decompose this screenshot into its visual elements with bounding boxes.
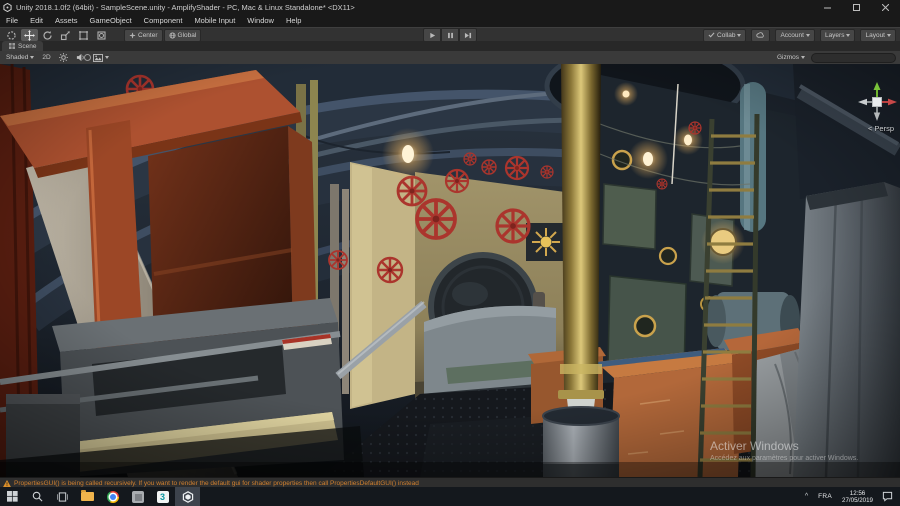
toggle-2d-button[interactable]: 2D xyxy=(40,52,52,63)
space-toggle-button[interactable]: Global xyxy=(164,29,202,42)
cloud-button[interactable] xyxy=(751,29,770,42)
menu-mobile-input[interactable]: Mobile Input xyxy=(188,16,241,25)
scene-tabbar: Scene xyxy=(0,41,900,51)
vignette xyxy=(0,64,900,477)
language-indicator[interactable]: FRA xyxy=(813,493,837,500)
file-explorer-button[interactable] xyxy=(75,487,100,506)
submarine-interior-render[interactable] xyxy=(0,64,900,477)
minimize-button[interactable] xyxy=(813,0,842,14)
step-button[interactable] xyxy=(459,28,477,42)
sun-icon xyxy=(59,53,68,62)
menu-component[interactable]: Component xyxy=(138,16,189,25)
chrome-button[interactable] xyxy=(100,487,125,506)
effects-icon xyxy=(93,54,103,62)
close-button[interactable] xyxy=(871,0,900,14)
play-button[interactable] xyxy=(423,28,441,42)
move-tool-button[interactable] xyxy=(21,29,38,41)
taskbar-time: 12:56 xyxy=(842,490,873,497)
titlebar[interactable]: Unity 2018.1.0f2 (64bit) - SampleScene.u… xyxy=(0,0,900,14)
hand-tool-button[interactable] xyxy=(3,29,20,41)
search-icon xyxy=(84,54,91,61)
windows-taskbar: 3 ^ FRA 12:56 27/05/2019 xyxy=(0,487,900,506)
notification-center-button[interactable] xyxy=(878,491,900,502)
rotate-tool-button[interactable] xyxy=(39,29,56,41)
orientation-gizmo[interactable] xyxy=(855,80,899,124)
pause-button[interactable] xyxy=(441,28,459,42)
gray-app-icon xyxy=(132,491,144,503)
cloud-icon xyxy=(756,32,765,38)
start-button[interactable] xyxy=(0,487,25,506)
tab-scene[interactable]: Scene xyxy=(2,41,43,51)
menu-gameobject[interactable]: GameObject xyxy=(84,16,138,25)
scene-window: Scene Shaded 2D Gizmos xyxy=(0,41,900,477)
window-title: Unity 2018.1.0f2 (64bit) - SampleScene.u… xyxy=(16,3,355,12)
3dsmax-button[interactable]: 3 xyxy=(150,487,175,506)
collab-dropdown[interactable]: Collab xyxy=(703,29,746,42)
collab-check-icon xyxy=(708,32,715,38)
unity-taskbar-button[interactable] xyxy=(175,487,200,506)
chrome-icon xyxy=(107,491,119,503)
layers-dropdown[interactable]: Layers xyxy=(820,29,856,42)
task-view-icon xyxy=(57,492,68,502)
gizmos-dropdown[interactable]: Gizmos xyxy=(775,52,807,63)
account-dropdown[interactable]: Account xyxy=(775,29,815,42)
start-icon xyxy=(7,491,18,502)
taskbar-date: 27/05/2019 xyxy=(842,497,873,504)
scene-lighting-toggle[interactable] xyxy=(57,52,70,63)
taskbar-search-button[interactable] xyxy=(25,487,50,506)
scene-viewport[interactable]: < Persp xyxy=(0,64,900,477)
notification-icon xyxy=(882,491,893,502)
globe-icon xyxy=(169,32,176,39)
file-explorer-icon xyxy=(81,492,94,501)
transform-tool-button[interactable] xyxy=(93,29,110,41)
camera-projection-label[interactable]: < Persp xyxy=(868,124,894,133)
3dsmax-icon: 3 xyxy=(157,491,169,503)
gizmo-center-cube[interactable] xyxy=(873,98,882,107)
menu-help[interactable]: Help xyxy=(280,16,307,25)
menu-assets[interactable]: Assets xyxy=(49,16,84,25)
search-icon xyxy=(32,491,43,502)
menu-edit[interactable]: Edit xyxy=(24,16,49,25)
warning-icon xyxy=(3,480,11,487)
tray-hidden-icons-chevron[interactable]: ^ xyxy=(800,493,813,500)
pivot-icon xyxy=(129,32,136,39)
rect-tool-button[interactable] xyxy=(75,29,92,41)
task-view-button[interactable] xyxy=(50,487,75,506)
gray-app-button[interactable] xyxy=(125,487,150,506)
scene-view-toolbar: Shaded 2D Gizmos xyxy=(0,51,900,65)
pivot-toggle-button[interactable]: Center xyxy=(124,29,163,42)
layout-dropdown[interactable]: Layout xyxy=(860,29,896,42)
scene-search-input[interactable] xyxy=(811,53,896,63)
scene-tab-icon xyxy=(9,43,15,49)
taskbar-clock[interactable]: 12:56 27/05/2019 xyxy=(837,490,878,504)
menu-file[interactable]: File xyxy=(0,16,24,25)
scale-tool-button[interactable] xyxy=(57,29,74,41)
unity-editor-window: Unity 2018.1.0f2 (64bit) - SampleScene.u… xyxy=(0,0,900,506)
menu-window[interactable]: Window xyxy=(241,16,280,25)
scene-effects-dropdown[interactable] xyxy=(91,52,111,63)
unity-icon xyxy=(182,491,194,503)
status-message: PropertiesGUI() is being called recursiv… xyxy=(14,480,419,487)
shading-mode-dropdown[interactable]: Shaded xyxy=(4,52,36,63)
unity-app-icon xyxy=(0,3,14,12)
maximize-button[interactable] xyxy=(842,0,871,14)
menubar: File Edit Assets GameObject Component Mo… xyxy=(0,14,900,27)
